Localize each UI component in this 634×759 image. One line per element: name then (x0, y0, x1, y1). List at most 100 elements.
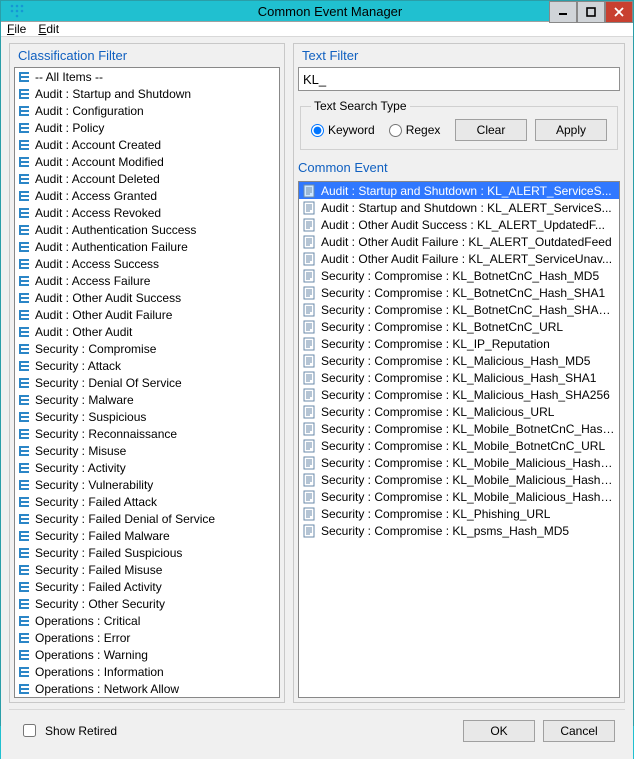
common-event-item[interactable]: Security : Compromise : KL_Phishing_URL (299, 505, 619, 522)
common-event-item[interactable]: Security : Compromise : KL_Mobile_Botnet… (299, 437, 619, 454)
common-event-item[interactable]: Security : Compromise : KL_Malicious_Has… (299, 386, 619, 403)
common-event-item-label: Audit : Startup and Shutdown : KL_ALERT_… (321, 184, 612, 198)
common-event-item[interactable]: Security : Compromise : KL_Mobile_Malici… (299, 454, 619, 471)
regex-radio-row[interactable]: Regex (389, 123, 441, 137)
classification-item[interactable]: Audit : Access Granted (15, 187, 279, 204)
common-event-item[interactable]: Security : Compromise : KL_Mobile_Malici… (299, 488, 619, 505)
common-event-item[interactable]: Audit : Other Audit Failure : KL_ALERT_O… (299, 233, 619, 250)
list-structure-icon (17, 630, 33, 646)
classification-item[interactable]: Audit : Account Modified (15, 153, 279, 170)
list-structure-icon (17, 579, 33, 595)
common-event-item[interactable]: Security : Compromise : KL_BotnetCnC_Has… (299, 267, 619, 284)
common-event-item[interactable]: Security : Compromise : KL_BotnetCnC_Has… (299, 301, 619, 318)
common-event-item[interactable]: Security : Compromise : KL_BotnetCnC_URL (299, 318, 619, 335)
text-filter-input[interactable] (298, 67, 620, 91)
classification-item[interactable]: Security : Failed Attack (15, 493, 279, 510)
ok-button[interactable]: OK (463, 720, 535, 742)
keyword-radio[interactable] (311, 124, 324, 137)
common-event-item[interactable]: Security : Compromise : KL_IP_Reputation (299, 335, 619, 352)
clear-button[interactable]: Clear (455, 119, 527, 141)
list-structure-icon (17, 545, 33, 561)
common-event-item[interactable]: Security : Compromise : KL_Mobile_Malici… (299, 471, 619, 488)
classification-item[interactable]: Audit : Other Audit Failure (15, 306, 279, 323)
list-structure-icon (17, 647, 33, 663)
list-structure-icon (17, 358, 33, 374)
common-event-item[interactable]: Security : Compromise : KL_BotnetCnC_Has… (299, 284, 619, 301)
classification-item[interactable]: Audit : Access Failure (15, 272, 279, 289)
document-icon (301, 472, 317, 488)
common-event-item[interactable]: Audit : Startup and Shutdown : KL_ALERT_… (299, 199, 619, 216)
classification-item[interactable]: Audit : Access Success (15, 255, 279, 272)
menu-file[interactable]: File (7, 22, 26, 36)
classification-item[interactable]: Security : Failed Malware (15, 527, 279, 544)
classification-item-label: Audit : Startup and Shutdown (35, 87, 191, 101)
classification-item[interactable]: Security : Failed Activity (15, 578, 279, 595)
classification-item[interactable]: Audit : Configuration (15, 102, 279, 119)
classification-item-label: Security : Failed Malware (35, 529, 170, 543)
classification-item[interactable]: Audit : Account Deleted (15, 170, 279, 187)
document-icon (301, 455, 317, 471)
common-event-item[interactable]: Audit : Other Audit Failure : KL_ALERT_S… (299, 250, 619, 267)
classification-item[interactable]: Security : Failed Suspicious (15, 544, 279, 561)
classification-item[interactable]: Security : Misuse (15, 442, 279, 459)
common-event-item-label: Security : Compromise : KL_Mobile_Malici… (321, 473, 617, 487)
document-icon (301, 234, 317, 250)
classification-item[interactable]: Security : Failed Denial of Service (15, 510, 279, 527)
classification-item-label: Security : Failed Denial of Service (35, 512, 215, 526)
classification-item[interactable]: Security : Attack (15, 357, 279, 374)
classification-item[interactable]: Audit : Policy (15, 119, 279, 136)
common-event-item-label: Security : Compromise : KL_Mobile_Malici… (321, 490, 617, 504)
list-structure-icon (17, 324, 33, 340)
classification-tree[interactable]: -- All Items -- Audit : Startup and Shutd… (14, 67, 280, 698)
classification-item[interactable]: Audit : Authentication Success (15, 221, 279, 238)
classification-item[interactable]: Audit : Other Audit Success (15, 289, 279, 306)
minimize-button[interactable] (549, 1, 577, 23)
classification-item[interactable]: Audit : Startup and Shutdown (15, 85, 279, 102)
classification-item[interactable]: Security : Compromise (15, 340, 279, 357)
classification-item[interactable]: Security : Vulnerability (15, 476, 279, 493)
classification-item[interactable]: Security : Reconnaissance (15, 425, 279, 442)
classification-filter-group: Classification Filter -- All Items --Aud… (9, 43, 285, 703)
common-event-item[interactable]: Security : Compromise : KL_Malicious_Has… (299, 369, 619, 386)
classification-item[interactable]: -- All Items -- (15, 68, 279, 85)
common-event-item-label: Security : Compromise : KL_Mobile_Botnet… (321, 422, 617, 436)
apply-button[interactable]: Apply (535, 119, 607, 141)
classification-item-label: Security : Failed Activity (35, 580, 162, 594)
classification-item[interactable]: Security : Denial Of Service (15, 374, 279, 391)
classification-item[interactable]: Operations : Information (15, 663, 279, 680)
common-event-item[interactable]: Security : Compromise : KL_Mobile_Botnet… (299, 420, 619, 437)
common-event-item-label: Security : Compromise : KL_Mobile_Malici… (321, 456, 617, 470)
titlebar[interactable]: Common Event Manager (1, 1, 633, 21)
cancel-button[interactable]: Cancel (543, 720, 615, 742)
classification-item[interactable]: Audit : Account Created (15, 136, 279, 153)
maximize-button[interactable] (577, 1, 605, 23)
document-icon (301, 183, 317, 199)
classification-item[interactable]: Security : Malware (15, 391, 279, 408)
common-event-item[interactable]: Audit : Startup and Shutdown : KL_ALERT_… (299, 182, 619, 199)
list-structure-icon (17, 409, 33, 425)
classification-item[interactable]: Operations : Warning (15, 646, 279, 663)
regex-radio[interactable] (389, 124, 402, 137)
show-retired-row[interactable]: Show Retired (19, 721, 117, 740)
classification-item[interactable]: Operations : Error (15, 629, 279, 646)
classification-item[interactable]: Security : Failed Misuse (15, 561, 279, 578)
common-event-item-label: Security : Compromise : KL_IP_Reputation (321, 337, 550, 351)
common-event-list[interactable]: Audit : Startup and Shutdown : KL_ALERT_… (298, 181, 620, 698)
common-event-item[interactable]: Audit : Other Audit Success : KL_ALERT_U… (299, 216, 619, 233)
classification-item[interactable]: Operations : Network Allow (15, 680, 279, 697)
menu-edit[interactable]: Edit (38, 22, 59, 36)
classification-item[interactable]: Audit : Access Revoked (15, 204, 279, 221)
classification-item[interactable]: Security : Other Security (15, 595, 279, 612)
classification-item[interactable]: Security : Suspicious (15, 408, 279, 425)
common-event-item[interactable]: Security : Compromise : KL_Malicious_URL (299, 403, 619, 420)
common-event-item[interactable]: Security : Compromise : KL_Malicious_Has… (299, 352, 619, 369)
classification-item[interactable]: Security : Activity (15, 459, 279, 476)
classification-item[interactable]: Audit : Other Audit (15, 323, 279, 340)
classification-item-label: Audit : Other Audit Success (35, 291, 181, 305)
keyword-radio-row[interactable]: Keyword (311, 123, 375, 137)
close-button[interactable] (605, 1, 633, 23)
common-event-item[interactable]: Security : Compromise : KL_psms_Hash_MD5 (299, 522, 619, 539)
classification-item-label: Audit : Access Granted (35, 189, 157, 203)
classification-item[interactable]: Audit : Authentication Failure (15, 238, 279, 255)
classification-item[interactable]: Operations : Critical (15, 612, 279, 629)
